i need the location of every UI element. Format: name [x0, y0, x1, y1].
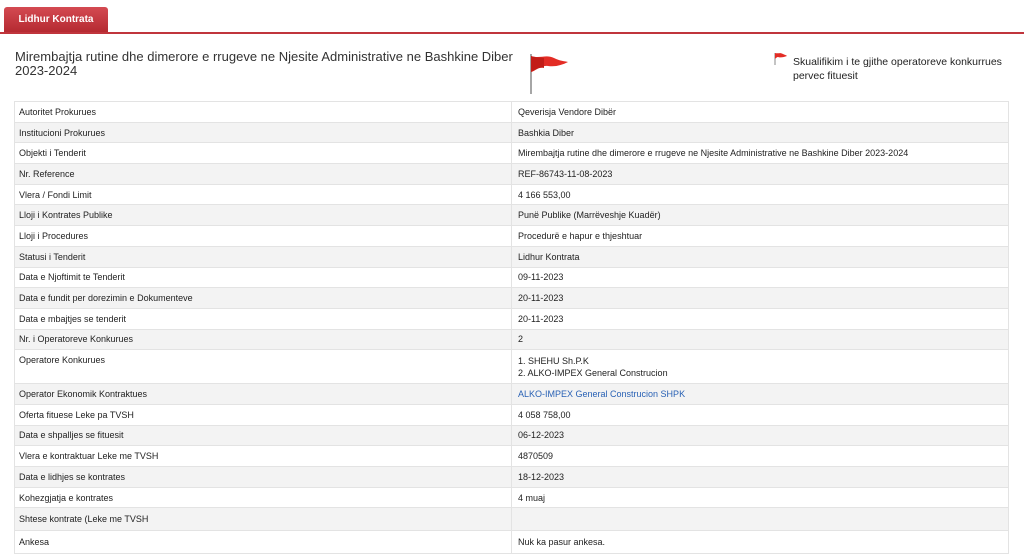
table-row: Lloji i Procedures Procedurë e hapur e th…	[14, 225, 1009, 247]
table-row: Shtese kontrate (Leke me TVSH	[14, 507, 1009, 532]
tender-details-table: Autoritet Prokurues Qeverisja Vendore Dib…	[14, 101, 1009, 555]
row-label: Data e lidhjes se kontrates	[14, 466, 512, 488]
table-row: Lloji i Kontrates Publike Punë Publike (M…	[14, 204, 1009, 227]
small-flag-icon	[774, 53, 787, 65]
operator-item: 1. SHEHU Sh.P.K	[518, 355, 589, 366]
row-label: Institucioni Prokurues	[14, 121, 512, 144]
row-value: Procedurë e hapur e thjeshtuar	[511, 225, 1009, 247]
row-value: 2	[511, 328, 1009, 351]
disqualification-note: Skualifikim i te gjithe operatoreve konk…	[793, 56, 1002, 82]
row-value	[511, 507, 1009, 532]
table-row: Operator Ekonomik Kontraktues ALKO-IMPEX …	[14, 383, 1009, 405]
row-label: Operator Ekonomik Kontraktues	[14, 383, 512, 405]
table-row: Data e shpalljes se fituesit 06-12-2023	[14, 424, 1009, 447]
table-row: Nr. i Operatoreve Konkurues 2	[14, 328, 1009, 351]
table-row: Autoritet Prokurues Qeverisja Vendore Dib…	[14, 101, 1009, 123]
row-value: Qeverisja Vendore Dibër	[511, 101, 1009, 123]
row-value: Nuk ka pasur ankesa.	[511, 530, 1009, 555]
row-value: 4 058 758,00	[511, 403, 1009, 426]
row-label: Vlera / Fondi Limit	[14, 183, 512, 206]
row-label: Data e mbajtjes se tenderit	[14, 307, 512, 330]
row-label: Kohezgjatja e kontrates	[14, 486, 512, 509]
table-row: Data e Njoftimit te Tenderit 09-11-2023	[14, 266, 1009, 289]
row-value: 4870509	[511, 445, 1009, 467]
row-label: Lloji i Procedures	[14, 225, 512, 247]
row-value: Mirembajtja rutine dhe dimerore e rrugev…	[511, 142, 1009, 165]
row-value: Lidhur Kontrata	[511, 245, 1009, 268]
row-value: 20-11-2023	[511, 287, 1009, 309]
row-label: Autoritet Prokurues	[14, 101, 512, 123]
row-value: Bashkia Diber	[511, 121, 1009, 144]
row-value: 09-11-2023	[511, 266, 1009, 289]
table-row: Vlera e kontraktuar Leke me TVSH 4870509	[14, 445, 1009, 467]
row-label: Oferta fituese Leke pa TVSH	[14, 403, 512, 426]
table-row: Nr. Reference REF-86743-11-08-2023	[14, 163, 1009, 185]
tab-underline	[0, 32, 1024, 34]
row-label: Operatore Konkurues	[14, 349, 512, 385]
row-value: 20-11-2023	[511, 307, 1009, 330]
table-row: Statusi i Tenderit Lidhur Kontrata	[14, 245, 1009, 268]
table-row: Kohezgjatja e kontrates 4 muaj	[14, 486, 1009, 509]
table-row: Institucioni Prokurues Bashkia Diber	[14, 121, 1009, 144]
table-row: Data e fundit per dorezimin e Dokumentev…	[14, 287, 1009, 309]
row-label: Vlera e kontraktuar Leke me TVSH	[14, 445, 512, 467]
row-value: REF-86743-11-08-2023	[511, 163, 1009, 185]
row-label: Objekti i Tenderit	[14, 142, 512, 165]
row-value: Punë Publike (Marrëveshje Kuadër)	[511, 204, 1009, 227]
tab-bar: Lidhur Kontrata	[0, 0, 1024, 36]
contractor-link[interactable]: ALKO-IMPEX General Construcion SHPK	[518, 389, 685, 399]
table-row: Data e mbajtjes se tenderit 20-11-2023	[14, 307, 1009, 330]
table-row: Vlera / Fondi Limit 4 166 553,00	[14, 183, 1009, 206]
operator-item: 2. ALKO-IMPEX General Construcion	[518, 367, 668, 378]
row-value: 18-12-2023	[511, 466, 1009, 488]
row-value: 06-12-2023	[511, 424, 1009, 447]
table-row: Oferta fituese Leke pa TVSH 4 058 758,00	[14, 403, 1009, 426]
red-flag-icon	[530, 54, 568, 94]
row-label: Data e Njoftimit te Tenderit	[14, 266, 512, 289]
row-label: Nr. Reference	[14, 163, 512, 185]
row-value-contractor: ALKO-IMPEX General Construcion SHPK	[511, 383, 1009, 405]
tender-title: Mirembajtja rutine dhe dimerore e rrugev…	[15, 49, 513, 78]
tab-lidhur-kontrata[interactable]: Lidhur Kontrata	[4, 7, 108, 32]
table-row-operators: Operatore Konkurues 1. SHEHU Sh.P.K 2. ALK…	[14, 349, 1009, 385]
row-label: Statusi i Tenderit	[14, 245, 512, 268]
row-label: Ankesa	[14, 530, 512, 555]
row-value: 4 muaj	[511, 486, 1009, 509]
row-label: Data e fundit per dorezimin e Dokumentev…	[14, 287, 512, 309]
row-label: Lloji i Kontrates Publike	[14, 204, 512, 227]
row-value-operators: 1. SHEHU Sh.P.K 2. ALKO-IMPEX General Con…	[511, 349, 1009, 385]
table-row: Ankesa Nuk ka pasur ankesa.	[14, 530, 1009, 555]
table-row: Data e lidhjes se kontrates 18-12-2023	[14, 466, 1009, 488]
row-label: Shtese kontrate (Leke me TVSH	[14, 507, 512, 532]
table-row: Objekti i Tenderit Mirembajtja rutine dhe…	[14, 142, 1009, 165]
row-label: Data e shpalljes se fituesit	[14, 424, 512, 447]
row-value: 4 166 553,00	[511, 183, 1009, 206]
row-label: Nr. i Operatoreve Konkurues	[14, 328, 512, 351]
